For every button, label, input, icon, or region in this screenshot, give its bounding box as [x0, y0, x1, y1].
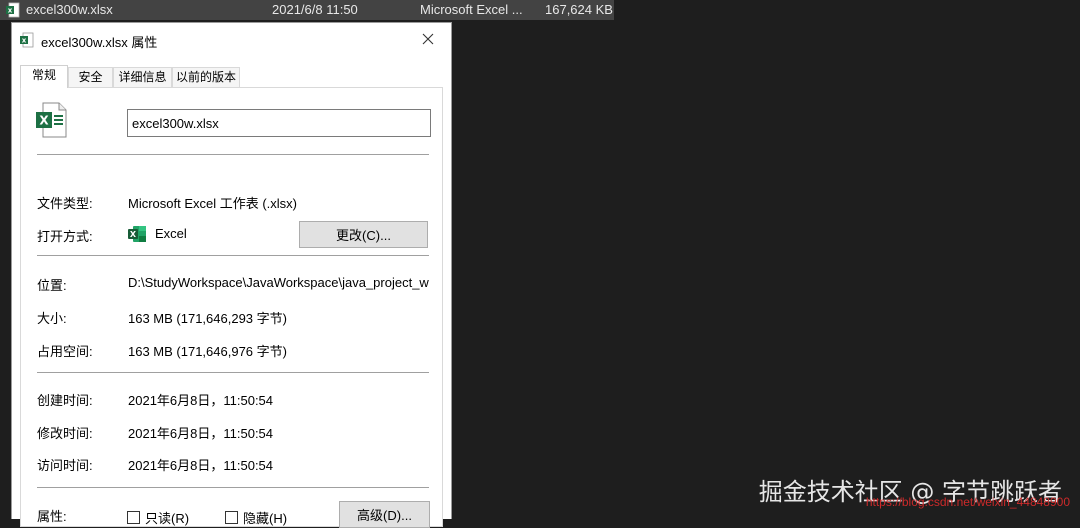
size-label: 大小:	[37, 311, 67, 326]
modified-label: 修改时间:	[37, 426, 93, 441]
tab-details[interactable]: 详细信息	[113, 67, 172, 87]
created-label: 创建时间:	[37, 393, 93, 408]
tab-security[interactable]: 安全	[68, 67, 113, 87]
svg-text:x: x	[22, 37, 27, 45]
size-value: 163 MB (171,646,293 字节)	[128, 311, 287, 326]
readonly-label: 只读(R)	[145, 511, 190, 526]
file-type: Microsoft Excel ...	[420, 2, 523, 17]
properties-dialog: x excel300w.xlsx 属性 常规 安全 详细信息 以前的版本 X 文…	[11, 22, 452, 528]
csdn-watermark: https://blog.csdn.net/weixin_44848900	[865, 495, 1070, 509]
change-button[interactable]: 更改(C)...	[299, 221, 428, 248]
svg-text:X: X	[39, 114, 49, 128]
opens-with-label: 打开方式:	[37, 229, 93, 244]
close-icon	[422, 33, 434, 45]
created-value: 2021年6月8日，11:50:54	[128, 393, 274, 408]
excel-app-icon: X	[128, 226, 146, 242]
hidden-checkbox[interactable]: 隐藏(H)	[225, 508, 287, 527]
close-button[interactable]	[405, 23, 451, 55]
location-value: D:\StudyWorkspace\JavaWorkspace\java_pro…	[128, 275, 429, 290]
attributes-label: 属性:	[37, 509, 67, 524]
file-size: 167,624 KB	[545, 2, 613, 17]
size-on-disk-value: 163 MB (171,646,976 字节)	[128, 344, 287, 359]
file-type-label: 文件类型:	[37, 196, 93, 211]
tab-general[interactable]: 常规	[20, 65, 68, 88]
checkbox-box	[225, 511, 238, 524]
location-label: 位置:	[37, 278, 67, 293]
excel-document-icon: X	[36, 102, 67, 138]
filename-input[interactable]	[127, 109, 431, 137]
separator	[37, 255, 429, 256]
size-on-disk-label: 占用空间:	[37, 344, 93, 359]
file-date: 2021/6/8 11:50	[272, 2, 358, 17]
separator	[37, 372, 429, 373]
file-list-row[interactable]: x excel300w.xlsx 2021/6/8 11:50 Microsof…	[0, 0, 614, 20]
opens-with-value: Excel	[155, 226, 187, 241]
modified-value: 2021年6月8日，11:50:54	[128, 426, 274, 441]
file-type-value: Microsoft Excel 工作表 (.xlsx)	[128, 196, 298, 211]
dialog-title: excel300w.xlsx 属性	[41, 35, 158, 50]
title-bar[interactable]: x excel300w.xlsx 属性	[12, 23, 451, 55]
tab-previous-versions[interactable]: 以前的版本	[172, 67, 240, 87]
hidden-label: 隐藏(H)	[243, 511, 288, 526]
excel-file-icon: x	[6, 2, 20, 18]
advanced-button[interactable]: 高级(D)...	[339, 501, 430, 528]
svg-text:x: x	[8, 7, 13, 15]
checkbox-box	[127, 511, 140, 524]
accessed-label: 访问时间:	[37, 458, 93, 473]
svg-text:X: X	[130, 230, 137, 239]
excel-file-icon: x	[20, 32, 34, 48]
general-tab-panel: X 文件类型: Microsoft Excel 工作表 (.xlsx) 打开方式…	[20, 87, 443, 528]
readonly-checkbox[interactable]: 只读(R)	[127, 508, 189, 527]
file-name: excel300w.xlsx	[26, 2, 113, 17]
accessed-value: 2021年6月8日，11:50:54	[128, 458, 274, 473]
separator	[37, 487, 429, 488]
separator	[37, 154, 429, 155]
